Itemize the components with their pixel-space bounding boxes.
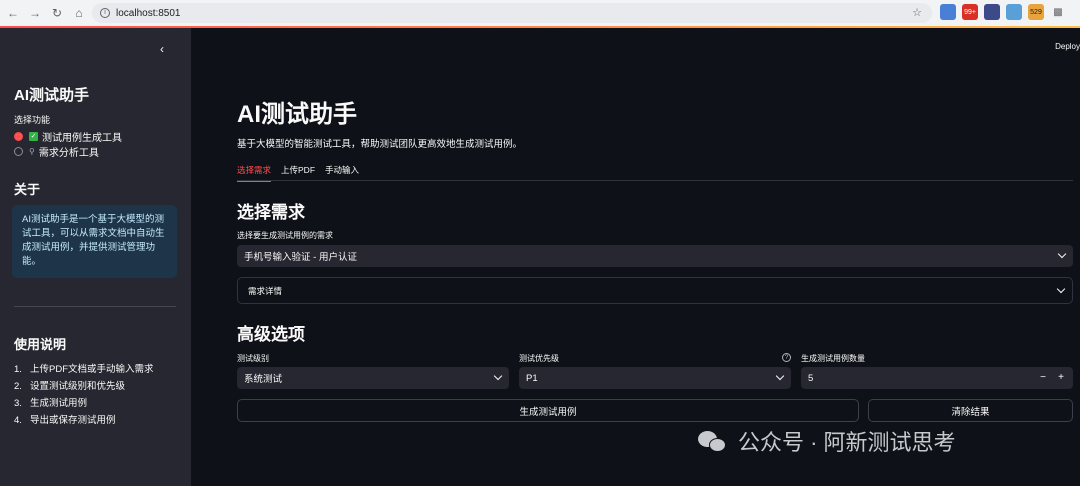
clear-results-button[interactable]: 清除结果 <box>868 399 1073 422</box>
radio-option-label: 测试用例生成工具 <box>42 133 122 144</box>
test-level-value: 系统测试 <box>244 374 283 385</box>
page-description: 基于大模型的智能测试工具，帮助测试团队更高效地生成测试用例。 <box>237 139 523 150</box>
chevron-down-icon <box>775 371 785 381</box>
sidebar-title: AI测试助手 <box>14 87 90 104</box>
minus-icon[interactable]: − <box>1035 367 1051 389</box>
case-count-label: 生成测试用例数量 <box>801 354 865 363</box>
help-question-icon[interactable]: ? <box>782 353 791 362</box>
test-priority-value: P1 <box>526 372 538 384</box>
requirement-select[interactable]: 手机号输入验证 - 用户认证 <box>237 245 1073 267</box>
extension-icon[interactable] <box>1006 4 1022 20</box>
bookmark-star-icon[interactable]: ☆ <box>912 6 922 19</box>
list-item: 2. 设置测试级别和优先级 <box>14 381 126 392</box>
extension-badge-icon[interactable]: 99+ <box>962 4 978 20</box>
chevron-down-icon <box>493 371 503 381</box>
requirement-select-label: 选择要生成测试用例的需求 <box>237 231 333 240</box>
extension-badge-icon[interactable]: 529 <box>1028 4 1044 20</box>
url-text: localhost:8501 <box>116 7 181 19</box>
back-arrow-icon[interactable]: ← <box>4 4 22 22</box>
radio-option-analysis[interactable]: ⚲ 需求分析工具 <box>14 144 99 159</box>
select-section-title: 选择需求 <box>237 203 305 222</box>
page-title: AI测试助手 <box>237 101 357 128</box>
sidebar-divider <box>14 306 176 307</box>
site-info-icon[interactable]: i <box>100 8 110 18</box>
collapse-sidebar-icon[interactable]: ‹ <box>160 42 164 56</box>
address-bar[interactable]: i localhost:8501 ☆ <box>92 3 932 23</box>
extensions-area: 99+ 529 ▩ <box>940 4 1066 20</box>
browser-toolbar: ← → ↻ ⌂ i localhost:8501 ☆ 99+ 529 ▩ <box>0 0 1080 26</box>
expander-label: 需求详情 <box>248 285 283 296</box>
usage-heading: 使用说明 <box>14 337 67 352</box>
requirement-select-value: 手机号输入验证 - 用户认证 <box>244 252 357 263</box>
radio-option-testcase[interactable]: ✓ 测试用例生成工具 <box>14 129 122 144</box>
extension-icon[interactable] <box>984 4 1000 20</box>
case-count-number-input[interactable]: 5 − + <box>801 367 1073 389</box>
test-priority-label: 测试优先级 <box>519 354 559 363</box>
puzzle-icon[interactable]: ▩ <box>1050 4 1066 20</box>
chevron-down-icon <box>1056 284 1066 294</box>
magnifier-icon: ⚲ <box>29 147 35 156</box>
radio-unselected-icon[interactable] <box>14 147 23 156</box>
radio-selected-icon[interactable] <box>14 132 23 141</box>
function-select-label: 选择功能 <box>14 115 51 125</box>
deploy-button[interactable]: Deploy <box>1055 42 1080 51</box>
list-item: 3. 生成测试用例 <box>14 398 88 409</box>
advanced-section-title: 高级选项 <box>237 325 305 344</box>
case-count-value: 5 <box>808 372 814 384</box>
check-box-icon: ✓ <box>29 132 38 141</box>
chevron-down-icon <box>1057 249 1067 259</box>
extension-icon[interactable] <box>940 4 956 20</box>
generate-testcases-button[interactable]: 生成测试用例 <box>237 399 859 422</box>
sidebar: ‹ AI测试助手 选择功能 ✓ 测试用例生成工具 ⚲ 需求分析工具 关于 AI测… <box>0 28 191 486</box>
test-priority-select[interactable]: P1 <box>519 367 791 389</box>
plus-icon[interactable]: + <box>1053 367 1069 389</box>
forward-arrow-icon[interactable]: → <box>26 4 44 22</box>
about-heading: 关于 <box>14 182 41 197</box>
wechat-watermark: 公众号 · 阿新测试思考 <box>698 425 956 457</box>
wechat-logo-icon <box>698 429 728 453</box>
about-info-box: AI测试助手是一个基于大模型的测试工具，可以从需求文档中自动生成测试用例，并提供… <box>12 205 177 278</box>
watermark-text: 公众号 · 阿新测试思考 <box>738 430 956 455</box>
test-level-label: 测试级别 <box>237 354 269 363</box>
test-level-select[interactable]: 系统测试 <box>237 367 509 389</box>
tab-underline-divider <box>237 180 1073 181</box>
radio-option-label: 需求分析工具 <box>38 148 99 159</box>
list-item: 4. 导出或保存测试用例 <box>14 415 116 426</box>
main-content: Deploy AI测试助手 基于大模型的智能测试工具，帮助测试团队更高效地生成测… <box>191 28 1080 486</box>
reload-icon[interactable]: ↻ <box>48 4 66 22</box>
home-icon[interactable]: ⌂ <box>70 4 88 22</box>
list-item: 1. 上传PDF文档或手动输入需求 <box>14 364 154 375</box>
requirement-details-expander[interactable]: 需求详情 <box>237 277 1073 304</box>
usage-list: 1. 上传PDF文档或手动输入需求 2. 设置测试级别和优先级 3. 生成测试用例 4… <box>14 361 154 429</box>
